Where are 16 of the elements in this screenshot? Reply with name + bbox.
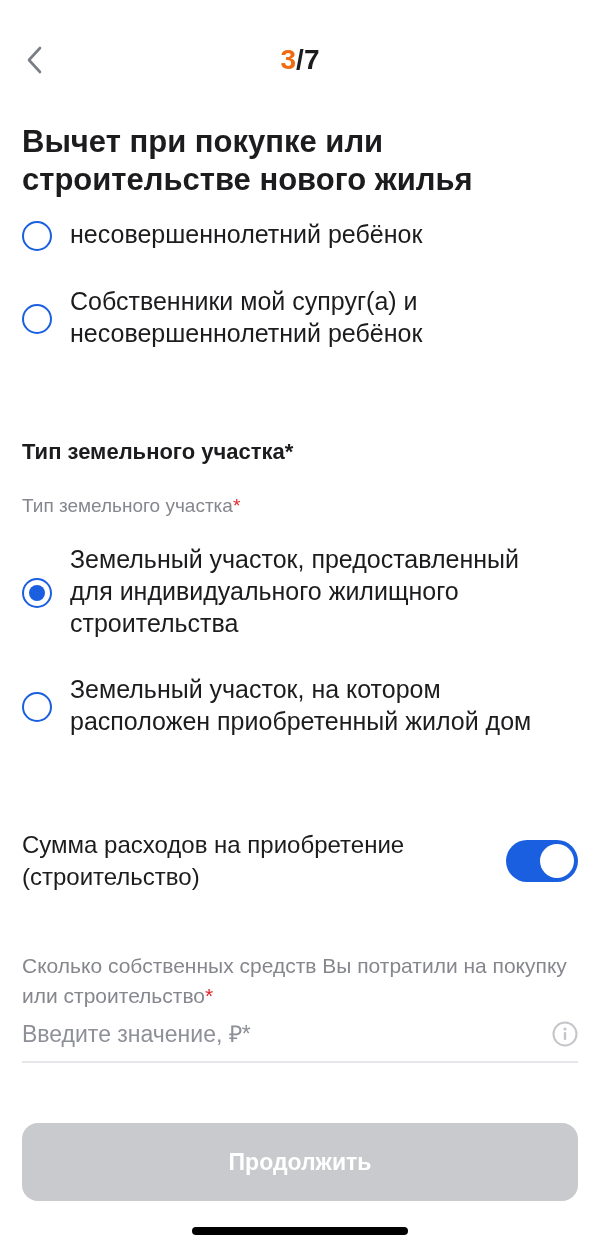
radio-button[interactable] [22,221,52,251]
field-label: Тип земельного участка* [22,494,242,518]
radio-button[interactable] [22,577,52,608]
step-counter: 3/7 [280,43,320,77]
radio-button[interactable] [22,691,52,722]
field-label: Сколько собственных средств Вы потратили на покупку или строительство* [22,952,567,1009]
option-label[interactable]: Земельный участок, на котором расположен приобретенный жилой дом [70,672,555,737]
radio-button[interactable] [22,304,52,334]
section-heading: Тип земельного участка* [22,438,295,466]
amount-input[interactable]: Введите значение, ₽* [22,1016,552,1051]
page-title: Вычет при покупке или строительстве нового жилья [22,123,474,199]
option-label[interactable]: Собственники мой супруг(а) и несовершеннолетний ребёнок [70,285,555,349]
toggle-label: Сумма расходов на приобретение (строительство) [22,829,406,892]
option-label[interactable]: Земельный участок, предоставленный для индивидуального жилищного строительства [70,542,555,639]
toggle-switch[interactable] [506,839,578,882]
option-label[interactable]: несовершеннолетний ребёнок [70,218,555,250]
